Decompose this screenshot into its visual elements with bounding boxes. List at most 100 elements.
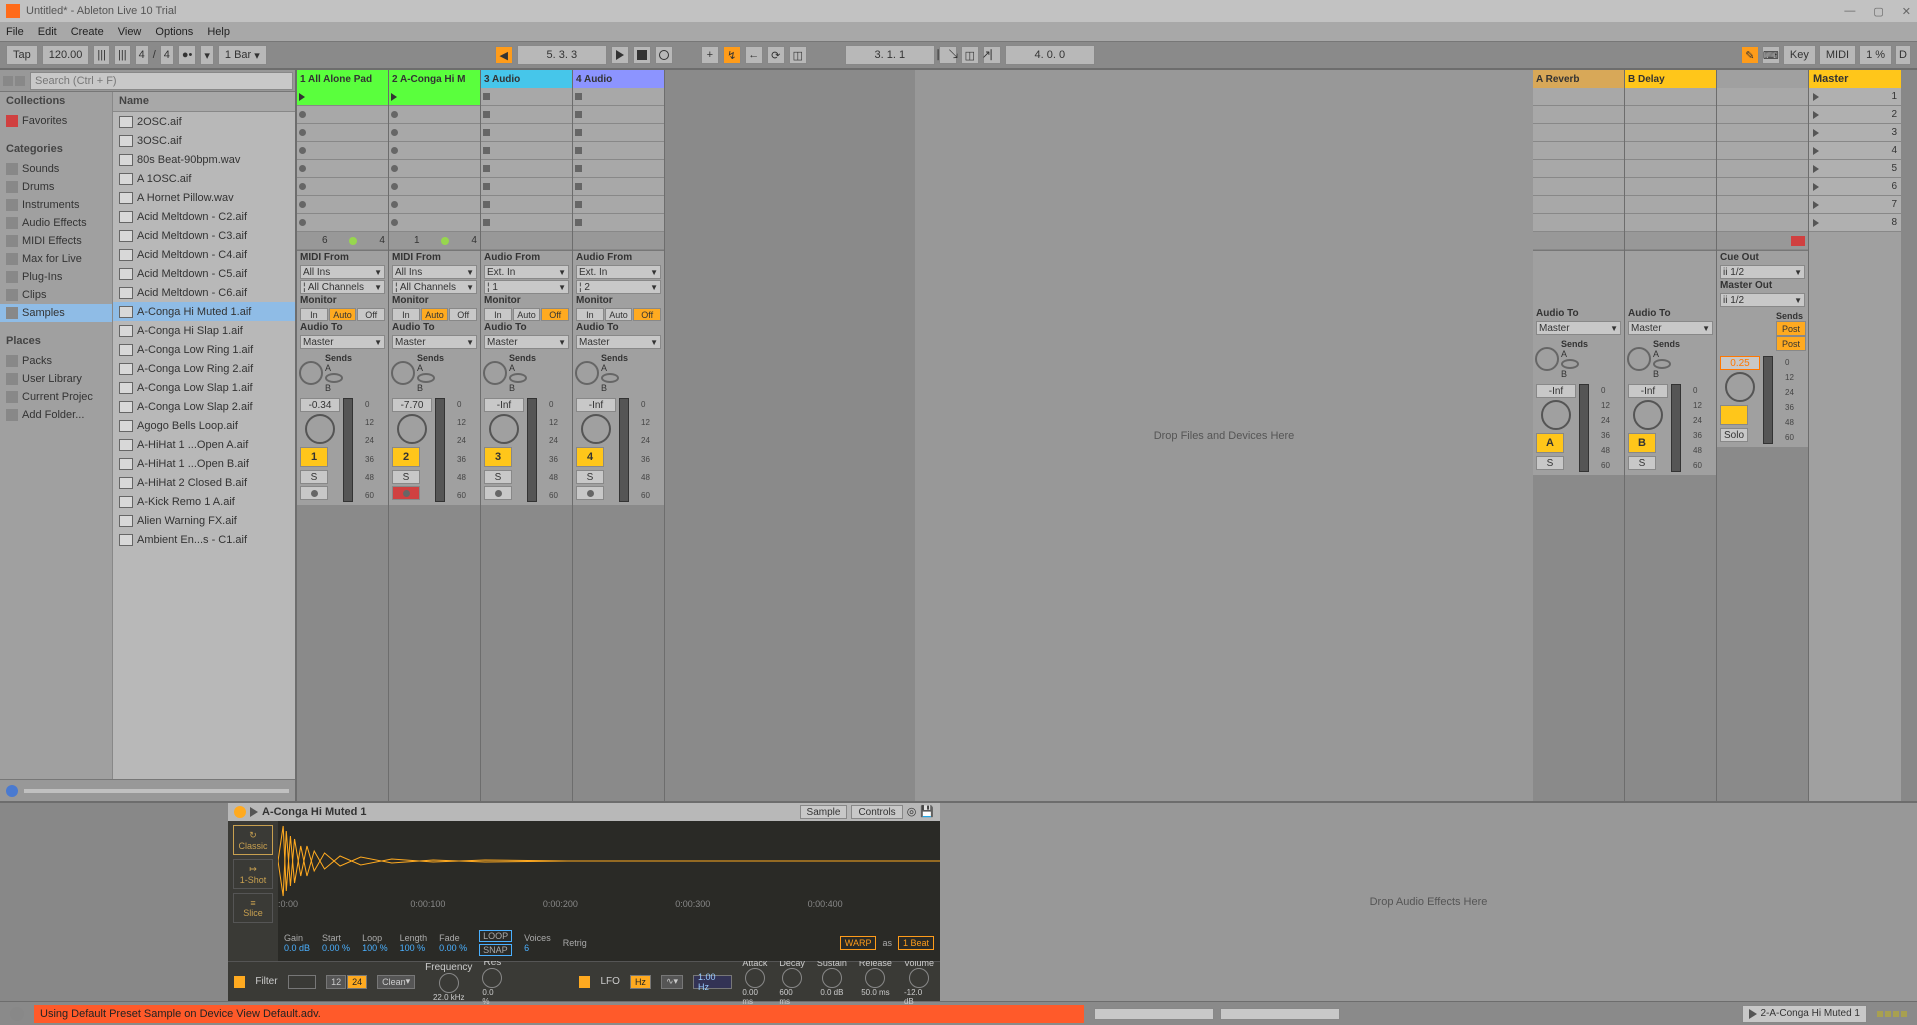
clip-slot[interactable] [1625,160,1716,178]
file-item[interactable]: Acid Meltdown - C5.aif [113,264,295,283]
pan-knob[interactable] [489,414,519,444]
file-item[interactable]: 2OSC.aif [113,112,295,131]
menu-file[interactable]: File [6,26,24,38]
send-b-knob[interactable] [601,373,619,383]
clip-slot[interactable] [573,178,664,196]
sig-denominator[interactable]: 4 [160,45,174,65]
scene-launch[interactable]: 8 [1809,214,1901,232]
clip-slot[interactable] [1533,196,1624,214]
name-column-header[interactable]: Name [113,92,295,112]
scene-launch[interactable]: 4 [1809,142,1901,160]
clip-slot[interactable] [1717,196,1808,214]
clip-slot[interactable] [573,88,664,106]
category-instruments[interactable]: Instruments [0,196,112,214]
clip-slot[interactable] [573,196,664,214]
clip-slot[interactable] [1717,88,1808,106]
audio-to-select[interactable]: Master▼ [576,335,661,349]
clip-slot[interactable] [297,214,388,232]
file-item[interactable]: A-HiHat 1 ...Open B.aif [113,454,295,473]
menu-help[interactable]: Help [207,26,230,38]
session-scrollbar[interactable] [1901,70,1917,801]
draw-mode[interactable]: ✎ [1741,46,1759,64]
maximize-button[interactable]: ▢ [1873,5,1883,18]
clip-slot[interactable] [481,88,572,106]
loop-switch[interactable]: ◫ [961,46,979,64]
send-a-knob[interactable] [1535,347,1559,371]
close-button[interactable]: ✕ [1902,5,1911,18]
post-button-b[interactable]: Post [1776,336,1806,351]
category-max-for-live[interactable]: Max for Live [0,250,112,268]
metronome-dropdown[interactable]: ▾ [200,45,214,65]
volume-value[interactable]: -Inf [576,398,616,412]
clip-slot[interactable] [389,142,480,160]
pan-knob[interactable] [397,414,427,444]
clip-save-icon[interactable]: 💾 [920,805,934,819]
clip-slot[interactable] [389,88,480,106]
attack-knob[interactable] [745,968,765,988]
place-packs[interactable]: Packs [0,352,112,370]
follow-button[interactable]: ◀ [495,46,513,64]
waveform-display[interactable]: :0:00 0:00:100 0:00:200 0:00:300 0:00:40… [278,821,940,961]
monitor-in[interactable]: In [300,308,328,321]
volume-value[interactable]: 0.25 [1720,356,1760,370]
scene-launch[interactable]: 7 [1809,196,1901,214]
clip-slot[interactable] [481,196,572,214]
clip-slot[interactable] [481,178,572,196]
metronome-toggle[interactable]: ●• [178,45,197,65]
automation-arm[interactable]: ↯ [723,46,741,64]
clip-slot[interactable] [389,214,480,232]
clip-slot[interactable] [297,124,388,142]
track-header[interactable]: 1 All Alone Pad [297,70,388,88]
file-item[interactable]: A-Conga Low Slap 2.aif [113,397,295,416]
file-item[interactable]: 3OSC.aif [113,131,295,150]
clip-hotswap-icon[interactable]: ◎ [907,805,917,819]
send-a-knob[interactable] [575,361,599,385]
pan-knob[interactable] [1633,400,1663,430]
sustain-knob[interactable] [822,968,842,988]
track-activator[interactable]: A [1536,433,1564,453]
freq-knob[interactable] [439,973,459,993]
input-channel-select[interactable]: ¦ All Channels▼ [300,280,385,294]
search-input[interactable]: Search (Ctrl + F) [30,72,293,90]
file-item[interactable]: Acid Meltdown - C6.aif [113,283,295,302]
solo-button[interactable]: S [392,470,420,484]
gain-value[interactable]: 0.0 dB [284,943,310,953]
device-drop-area[interactable]: Drop Audio Effects Here [940,803,1917,1001]
preview-play-icon[interactable] [6,785,18,797]
track-header[interactable]: 4 Audio [573,70,664,88]
monitor-in[interactable]: In [576,308,604,321]
menu-create[interactable]: Create [71,26,104,38]
place-add-folder---[interactable]: Add Folder... [0,406,112,424]
pan-knob[interactable] [581,414,611,444]
fade-value[interactable]: 0.00 % [439,943,467,953]
file-item[interactable]: Ambient En...s - C1.aif [113,530,295,549]
slice-mode-button[interactable]: ≡Slice [233,893,273,923]
clip-slot[interactable] [1717,142,1808,160]
voices-value[interactable]: 6 [524,943,551,953]
input-type-select[interactable]: All Ins▼ [300,265,385,279]
clip-name[interactable]: A-Conga Hi Muted 1 [262,806,367,818]
clip-slot[interactable] [1717,124,1808,142]
file-item[interactable]: A-Conga Hi Muted 1.aif [113,302,295,321]
minimize-button[interactable]: — [1844,5,1855,18]
clip-slot[interactable] [297,196,388,214]
audio-to-select[interactable]: Master▼ [300,335,385,349]
length-value[interactable]: 100 % [400,943,428,953]
overload-indicator[interactable]: D [1895,45,1911,65]
arm-button[interactable] [392,486,420,500]
browser-fwd[interactable] [15,76,25,86]
start-value[interactable]: 0.00 % [322,943,350,953]
master-out-select[interactable]: ii 1/2▼ [1720,293,1805,307]
filter-type-select[interactable] [288,975,316,989]
clip-slot[interactable] [1625,88,1716,106]
track-activator[interactable] [1720,405,1748,425]
lfo-rate[interactable]: 1.00 Hz [693,975,732,989]
filter-toggle[interactable] [234,976,245,988]
clip-slot[interactable] [297,88,388,106]
clip-slot[interactable] [389,196,480,214]
master-header[interactable]: Master [1809,70,1901,88]
file-item[interactable]: A 1OSC.aif [113,169,295,188]
send-a-knob[interactable] [299,361,323,385]
send-b-knob[interactable] [1561,359,1579,369]
send-b-knob[interactable] [509,373,527,383]
